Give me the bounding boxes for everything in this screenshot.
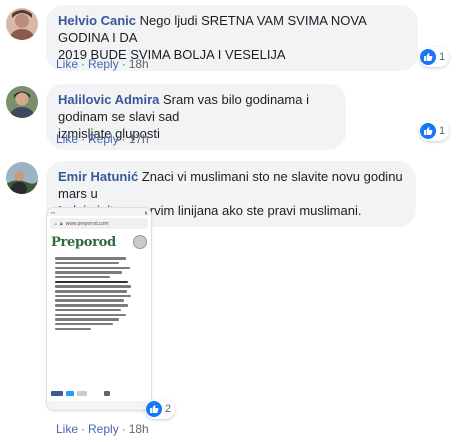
- reply-link[interactable]: Reply: [88, 57, 119, 71]
- reaction-count[interactable]: 1: [419, 121, 450, 141]
- comment-time[interactable]: 18h: [129, 57, 149, 71]
- phone-site-header: Preporod: [47, 231, 151, 253]
- comment-time[interactable]: 18h: [129, 422, 149, 436]
- lock-icon: 🔒︎: [60, 220, 63, 227]
- reaction-count[interactable]: 2: [145, 399, 176, 419]
- avatar[interactable]: [6, 8, 38, 40]
- home-icon: ⌂: [54, 220, 58, 227]
- comment-author[interactable]: Helvio Canic: [58, 13, 136, 28]
- reaction-number: 1: [439, 125, 446, 137]
- avatar-photo-icon: [6, 86, 38, 118]
- preporod-logo: Preporod: [51, 234, 116, 250]
- thumbs-up-icon: [146, 401, 162, 417]
- comment-author[interactable]: Halilovic Admira: [58, 92, 159, 107]
- comment-actions: Like · Reply · 18h: [56, 422, 149, 436]
- seal-icon: [133, 235, 147, 249]
- avatar[interactable]: [6, 162, 38, 194]
- avatar-photo-icon: [6, 162, 38, 194]
- avatar[interactable]: [6, 86, 38, 118]
- phone-article-text: [47, 253, 151, 330]
- phone-url-bar: ⌂ 🔒︎ www.preporod.com: [50, 218, 148, 229]
- like-link[interactable]: Like: [56, 132, 78, 146]
- comment-image-attachment[interactable]: ▪▪▪ ▮ ⌂ 🔒︎ www.preporod.com Preporod: [46, 207, 152, 411]
- avatar-photo-icon: [6, 8, 38, 40]
- reaction-number: 1: [439, 51, 446, 63]
- comment-author[interactable]: Emir Hatunić: [58, 169, 138, 184]
- reaction-number: 2: [165, 403, 172, 415]
- thumbs-up-icon: [420, 123, 436, 139]
- phone-share-buttons: [51, 391, 110, 396]
- like-link[interactable]: Like: [56, 422, 78, 436]
- reply-link[interactable]: Reply: [88, 132, 119, 146]
- reaction-count[interactable]: 1: [419, 47, 450, 67]
- phone-nav-bar: [47, 401, 151, 410]
- comment-actions: Like · Reply · 17h: [56, 132, 149, 146]
- comment-actions: Like · Reply · 18h: [56, 57, 149, 71]
- comment-time[interactable]: 17h: [129, 132, 149, 146]
- thumbs-up-icon: [420, 49, 436, 65]
- phone-status-bar: ▪▪▪ ▮: [47, 208, 151, 216]
- reply-link[interactable]: Reply: [88, 422, 119, 436]
- like-link[interactable]: Like: [56, 57, 78, 71]
